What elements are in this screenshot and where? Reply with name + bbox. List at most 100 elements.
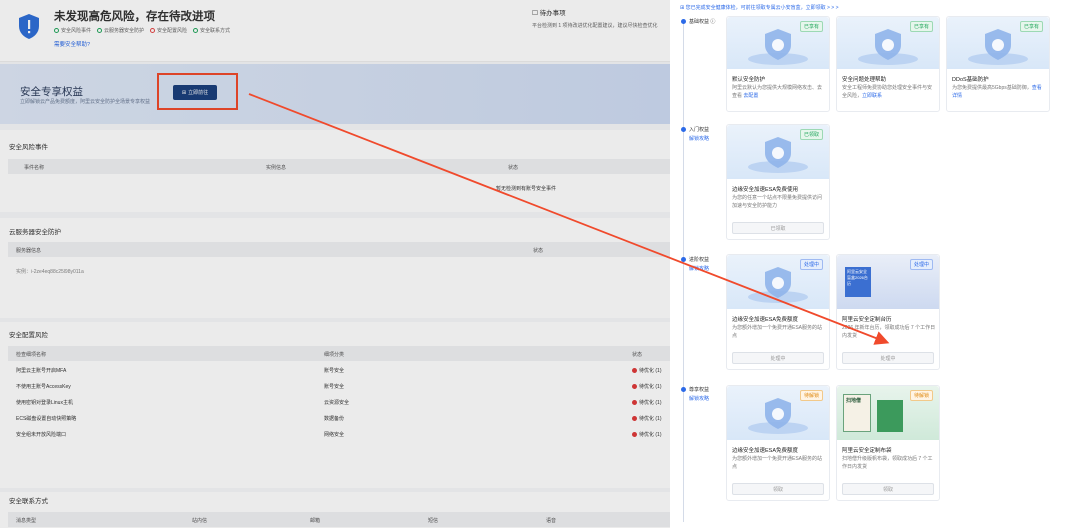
config-row-category: 网络安全	[324, 432, 345, 438]
card-description: 为您的任意一个站点不限量免费提供访问加速与安全防护能力	[732, 195, 823, 209]
banner-title: 安全专享权益	[20, 86, 83, 98]
config-row-name: 不使用主账号AccessKey	[16, 384, 71, 390]
bag-shape	[877, 400, 903, 432]
benefit-card-esa-quota[interactable]: 处理中 边缘安全加速ESA免费额度 为您额外增加一个免费开通ESA服务的站点 处…	[726, 254, 830, 370]
card-title: 边缘安全加速ESA免费额度	[732, 317, 799, 323]
table-header: 服务器信息 状态	[8, 242, 670, 257]
risk-events-section: 安全风险事件 事件名称 实例信息 状态 暂无检测到有账号安全事件	[0, 130, 670, 212]
empty-state: 暂无检测到有账号安全事件	[496, 186, 557, 192]
tier-entry-label: 入门权益	[689, 127, 710, 133]
benefit-card-esa-free[interactable]: 已领取 边缘安全加速ESA免费使用 为您的任意一个站点不限量免费提供访问加速与安…	[726, 124, 830, 240]
benefit-card-esa-quota-premium[interactable]: 待解锁 边缘安全加速ESA免费额度 为您额外增加一个免费开通ESA服务的站点 领…	[726, 385, 830, 501]
todo-description: 平台检测到 1 项待改进优化配置建议，建议尽快检查优化	[532, 23, 658, 29]
section-title: 云服务器安全防护	[9, 229, 61, 236]
config-row-category: 账号安全	[324, 384, 345, 390]
benefit-card-incident-help[interactable]: 已享有 安全问题处理帮助 安全工程师免费协助您处理安全事件与安全风险，立即联系	[836, 16, 940, 112]
claim-button[interactable]: 领取	[732, 483, 824, 495]
config-row-status[interactable]: 待优化 (1)	[632, 383, 662, 390]
card-description: 为您免费提供最高5Gbps基础防御，查看详情	[952, 85, 1042, 99]
status-badge: 已享有	[909, 21, 933, 32]
timeline-dot	[681, 127, 686, 132]
config-row-category: 数据备份	[324, 416, 345, 422]
config-row-name: 安全组未开放风险端口	[16, 432, 67, 438]
benefit-card-calendar[interactable]: 阿里云安全盲盒2026台历 处理中 阿里云安全定制台历 2026 年新年台历，领…	[836, 254, 940, 370]
stat-contacts[interactable]: 安全联系方式	[193, 27, 230, 34]
status-badge: 已领取	[799, 129, 823, 140]
config-row-name: 使用密钥对登录Linux主机	[16, 400, 73, 406]
calendar-image-text: 阿里云安全盲盒2026台历	[845, 267, 871, 297]
server-protection-section: 云服务器安全防护 服务器信息 状态 实例：i-2ze4eq88c25l98y01…	[0, 218, 670, 318]
warning-icon	[150, 28, 156, 33]
config-row-category: 账号安全	[324, 368, 345, 374]
timeline-dot	[681, 257, 686, 262]
card-title: 默认安全防护	[732, 77, 766, 83]
status-badge: 已享有	[1019, 21, 1043, 32]
status-badge: 待解锁	[909, 390, 933, 401]
card-title: 安全问题处理帮助	[842, 77, 887, 83]
tier-basic-label: 基础权益 ⓘ	[689, 19, 716, 25]
card-description: 阿里云默认为您提供大规模网络攻击、去查看 去配置	[732, 85, 823, 99]
tier-premium-label: 尊享权益	[689, 387, 710, 393]
highlight-box	[157, 73, 238, 110]
timeline-dot	[681, 19, 686, 24]
config-row-status[interactable]: 待优化 (1)	[632, 399, 662, 406]
card-title: DDoS基础防护	[952, 77, 989, 83]
warning-icon	[632, 400, 637, 406]
configure-link[interactable]: 去配置	[743, 93, 758, 99]
notice-banner[interactable]: ⊞ 您已完成安全健康体检，可前往领取专属云小安盲盒，立即领取 > > >	[680, 4, 839, 11]
processing-button[interactable]: 处理中	[732, 352, 824, 364]
status-badge: 处理中	[799, 259, 823, 270]
benefit-card-default-protection[interactable]: 已享有 默认安全防护 阿里云默认为您提供大规模网络攻击、去查看 去配置	[726, 16, 830, 112]
section-title: 安全风险事件	[9, 144, 48, 151]
status-badge: 待解锁	[799, 390, 823, 401]
table-header: 检查细项名称 细项分类 状态	[8, 346, 670, 361]
config-row-category: 云资源安全	[324, 400, 350, 406]
config-row-status[interactable]: 待优化 (1)	[632, 431, 662, 438]
card-title: 边缘安全加速ESA免费额度	[732, 448, 799, 454]
warning-icon	[632, 384, 637, 390]
check-icon	[97, 28, 103, 33]
tote-image-text: 扫地僧	[843, 394, 871, 432]
benefit-card-ddos[interactable]: 已享有 DDoS基础防护 为您免费提供最高5Gbps基础防御，查看详情	[946, 16, 1050, 112]
card-title: 边缘安全加速ESA免费使用	[732, 187, 799, 193]
card-description: 为您额外增加一个免费开通ESA服务的站点	[732, 456, 823, 470]
check-icon	[193, 28, 199, 33]
timeline-line	[683, 22, 684, 522]
stat-config-risk[interactable]: 安全配置风险	[150, 27, 187, 34]
config-row-status[interactable]: 待优化 (1)	[632, 415, 662, 422]
warning-icon	[632, 432, 637, 438]
section-title: 安全配置风险	[9, 332, 48, 339]
warning-icon	[632, 368, 637, 374]
status-badge: 已享有	[799, 21, 823, 32]
shield-warning-icon	[19, 14, 39, 39]
table-header: 事件名称 实例信息 状态	[8, 159, 670, 174]
section-title: 安全联系方式	[9, 498, 48, 505]
contact-now-link[interactable]: 立即联系	[862, 93, 882, 99]
status-badge: 处理中	[909, 259, 933, 270]
security-status-title: 未发现高危风险，存在待改进项	[54, 11, 215, 23]
benefit-card-tote-bag[interactable]: 扫地僧 待解锁 阿里云安全定制布袋 扫地僧升级版帆布袋，领取成功后 7 个工作日…	[836, 385, 940, 501]
server-instance[interactable]: 实例：i-2ze4eq88c25l98y011a	[16, 268, 84, 275]
config-risk-section: 安全配置风险 检查细项名称 细项分类 状态 阿里云主账号开启MFA 账号安全 待优化…	[0, 322, 670, 488]
config-row-status[interactable]: 待优化 (1)	[632, 367, 662, 374]
stat-risk-events[interactable]: 安全风险事件	[54, 27, 91, 34]
info-icon: ⓘ	[710, 19, 716, 25]
config-row-name: ECS磁盘设置自动快照策略	[16, 416, 77, 422]
processing-button[interactable]: 处理中	[842, 352, 934, 364]
todo-title: ☐ 待办事项	[532, 10, 566, 17]
help-link[interactable]: 需要安全帮助?	[54, 40, 90, 48]
tier-premium-guide-link[interactable]: 解锁攻略	[689, 395, 709, 402]
security-summary-card: 未发现高危风险，存在待改进项 安全风险事件 云服务器安全防护 安全配置风险 安全…	[0, 0, 670, 62]
claim-button[interactable]: 领取	[842, 483, 934, 495]
banner-subtitle: 立即解锁云产品免费额度，阿里云安全防护全场景专享权益	[20, 99, 151, 105]
contacts-section: 安全联系方式 消息类型 站内信 邮箱 短信 语音	[0, 492, 670, 528]
warning-icon	[632, 416, 637, 422]
security-stats: 安全风险事件 云服务器安全防护 安全配置风险 安全联系方式	[54, 27, 230, 34]
card-title: 阿里云安全定制台历	[842, 317, 892, 323]
tier-entry-guide-link[interactable]: 解锁攻略	[689, 135, 709, 142]
stat-server-protection[interactable]: 云服务器安全防护	[97, 27, 144, 34]
check-icon	[54, 28, 59, 33]
timeline-dot	[681, 387, 686, 392]
claimed-button[interactable]: 已领取	[732, 222, 824, 234]
tier-advanced-guide-link[interactable]: 解锁攻略	[689, 265, 709, 272]
